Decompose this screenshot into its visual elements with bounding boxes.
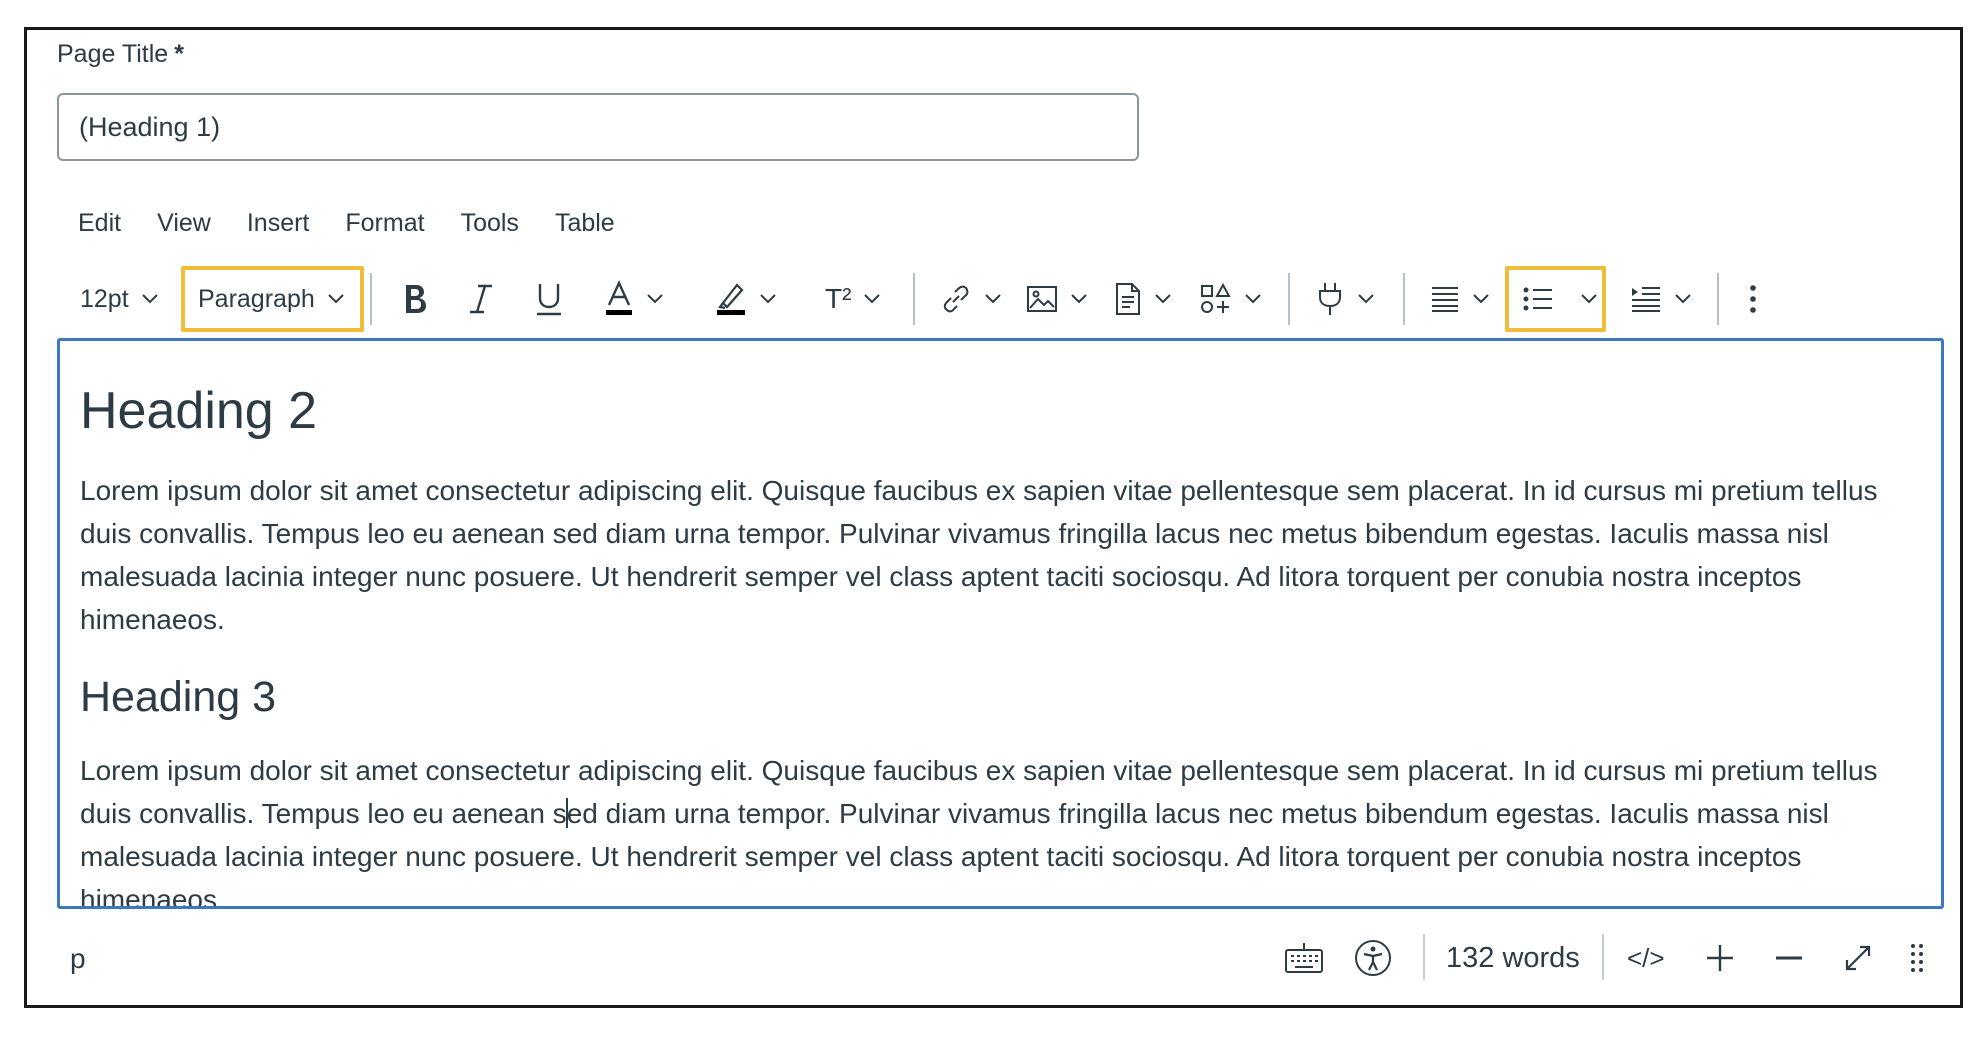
more-icon	[1750, 285, 1756, 313]
zoom-in-button[interactable]	[1705, 930, 1735, 986]
font-size-dropdown[interactable]: 12pt	[80, 265, 159, 333]
toolbar-divider	[1288, 273, 1290, 325]
text-color-icon	[606, 280, 632, 315]
zoom-out-button[interactable]	[1774, 930, 1804, 986]
menu-tools[interactable]: Tools	[443, 205, 537, 245]
image-icon	[1027, 286, 1057, 312]
page-title-input[interactable]	[57, 93, 1139, 161]
toolbar-divider	[1403, 273, 1405, 325]
menu-insert[interactable]: Insert	[229, 205, 328, 245]
image-button[interactable]	[1026, 265, 1088, 333]
align-button[interactable]	[1430, 265, 1490, 333]
heading-3: Heading 3	[80, 673, 277, 721]
html-editor-toggle[interactable]: </>	[1627, 930, 1665, 986]
bold-button[interactable]	[400, 265, 430, 333]
italic-icon	[470, 284, 492, 314]
apps-button[interactable]	[1200, 265, 1262, 333]
editor-toolbar: 12pt Paragraph T²	[60, 265, 1780, 333]
more-button[interactable]	[1748, 265, 1758, 333]
font-size-value: 12pt	[80, 284, 129, 313]
code-icon: </>	[1627, 942, 1665, 973]
block-format-value: Paragraph	[198, 284, 315, 313]
minus-icon	[1776, 956, 1802, 960]
superscript-icon: T²	[825, 283, 852, 314]
link-button[interactable]	[940, 265, 1002, 333]
chevron-down-icon	[1155, 294, 1171, 304]
chevron-down-icon	[1581, 294, 1597, 304]
chevron-down-icon	[985, 294, 1001, 304]
expand-icon	[1845, 945, 1871, 971]
underline-icon	[537, 284, 561, 316]
chevron-down-icon	[1071, 294, 1087, 304]
menu-edit[interactable]: Edit	[60, 205, 139, 245]
highlight-color-button[interactable]	[715, 265, 777, 333]
word-count[interactable]: 132 words	[1446, 930, 1580, 986]
menu-table[interactable]: Table	[537, 205, 633, 245]
chevron-down-icon	[1358, 294, 1374, 304]
chevron-down-icon	[647, 294, 663, 304]
block-format-dropdown[interactable]: Paragraph	[198, 265, 345, 333]
plus-icon	[1707, 945, 1733, 971]
toolbar-divider	[370, 273, 372, 325]
indent-button[interactable]	[1630, 265, 1692, 333]
accessibility-checker-button[interactable]	[1354, 930, 1392, 986]
document-icon	[1116, 283, 1140, 315]
statusbar-divider	[1423, 934, 1425, 980]
superscript-button[interactable]: T²	[825, 265, 881, 333]
accessibility-icon	[1355, 940, 1391, 976]
paragraph-1: Lorem ipsum dolor sit amet consectetur a…	[80, 475, 1878, 635]
menu-view[interactable]: View	[139, 205, 229, 245]
paragraph-2: Lorem ipsum dolor sit amet consectetur a…	[80, 749, 1920, 906]
underline-button[interactable]	[534, 265, 564, 333]
plugin-icon	[1319, 283, 1341, 315]
document-button[interactable]	[1114, 265, 1172, 333]
apps-icon	[1201, 283, 1231, 313]
word-count-label: 132 words	[1446, 941, 1580, 974]
align-icon	[1432, 287, 1458, 312]
chevron-down-icon	[1245, 294, 1261, 304]
fullscreen-button[interactable]	[1843, 930, 1873, 986]
resize-handle[interactable]	[1910, 930, 1924, 986]
menubar: Edit View Insert Format Tools Table	[60, 205, 633, 245]
chevron-down-icon	[141, 294, 158, 304]
italic-button[interactable]	[468, 265, 494, 333]
link-icon	[943, 285, 969, 313]
chevron-down-icon	[760, 294, 776, 304]
keyboard-icon	[1285, 943, 1323, 973]
text-color-button[interactable]	[604, 265, 664, 333]
statusbar-divider	[1602, 934, 1604, 980]
menu-format[interactable]: Format	[327, 205, 442, 245]
chevron-down-icon	[1675, 294, 1691, 304]
editor-content-area[interactable]: Heading 2 Lorem ipsum dolor sit amet con…	[57, 338, 1944, 909]
keyboard-shortcuts-button[interactable]	[1284, 930, 1324, 986]
heading-2: Heading 2	[80, 382, 318, 440]
bold-icon	[406, 285, 426, 313]
chevron-down-icon	[864, 294, 881, 304]
drag-handle-icon	[1911, 944, 1923, 972]
required-mark: *	[174, 40, 184, 68]
toolbar-divider	[913, 273, 915, 325]
chevron-down-icon	[1473, 294, 1489, 304]
indent-icon	[1632, 287, 1660, 312]
bullet-list-button[interactable]	[1522, 265, 1598, 333]
page-title-label: Page Title *	[57, 40, 184, 69]
page-title-label-text: Page Title	[57, 40, 169, 68]
chevron-down-icon	[328, 294, 344, 304]
highlight-icon	[717, 283, 745, 315]
toolbar-divider	[1717, 273, 1719, 325]
element-path[interactable]: p	[70, 943, 86, 975]
bullet-list-icon	[1523, 287, 1552, 311]
plugin-button[interactable]	[1315, 265, 1375, 333]
